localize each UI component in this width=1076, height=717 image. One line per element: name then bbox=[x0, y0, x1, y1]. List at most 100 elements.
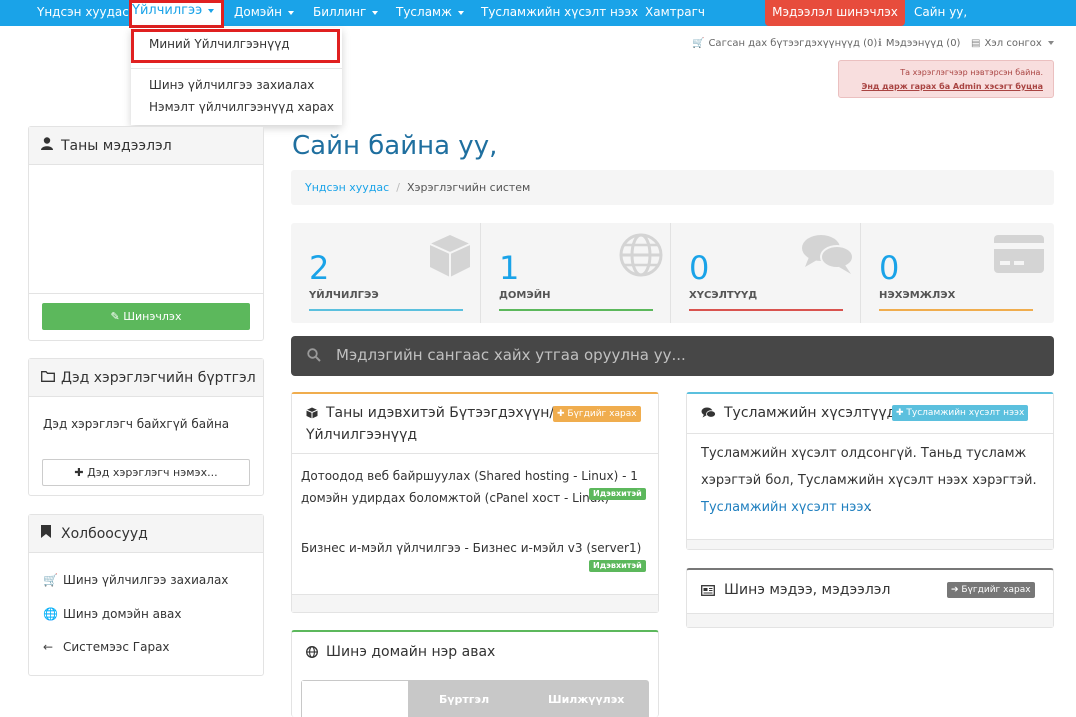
pencil-icon: ✎ bbox=[110, 310, 124, 323]
stat-label: ДОМЭЙН bbox=[499, 290, 551, 301]
services-dropdown: Миний Үйлчилгээнүүд Шинэ үйлчилгээ захиа… bbox=[131, 28, 342, 125]
panel-title: Холбоосууд bbox=[61, 526, 148, 542]
bookmark-icon bbox=[41, 515, 59, 553]
product-item[interactable]: домэйн удирдах боломжтой (cPanel хост - … bbox=[301, 491, 609, 505]
tickets-empty-text: Тусламжийн хүсэлт олдсонгүй. Таньд тусла… bbox=[701, 446, 1027, 461]
active-products-card: Таны идэвхитэй Бүтээгдэхүүн/ Үйлчилгээнү… bbox=[291, 392, 659, 613]
breadcrumb-home[interactable]: Үндсэн хуудас bbox=[305, 181, 389, 194]
user-icon bbox=[41, 127, 59, 165]
contacts-empty-text: Дэд хэрэглэгч байхгүй байна bbox=[43, 417, 230, 431]
nav-open-ticket[interactable]: Тусламжийн хүсэлт нээх bbox=[481, 0, 638, 26]
stat-underline bbox=[689, 309, 843, 311]
folder-icon bbox=[41, 359, 59, 397]
info-icon: ℹ bbox=[878, 38, 882, 49]
stat-underline bbox=[879, 309, 1033, 311]
sidebar-link-new-domain[interactable]: 🌐 Шинэ домэйн авах bbox=[43, 607, 182, 621]
globe-icon bbox=[306, 646, 318, 662]
return-to-admin-link[interactable]: Энд дарж гарах ба Admin хэсэгт буцна bbox=[839, 80, 1043, 94]
notifications-link[interactable]: ℹ Мэдээнүүд (0) bbox=[878, 38, 960, 49]
stat-number: 0 bbox=[879, 249, 900, 287]
nav-support[interactable]: Тусламж bbox=[396, 0, 464, 26]
chevron-down-icon bbox=[1047, 41, 1054, 45]
sidebar-link-order-service[interactable]: 🛒 Шинэ үйлчилгээ захиалах bbox=[43, 573, 228, 587]
new-domain-card: Шинэ домайн нэр авах Бүртгэл Шилжүүлэх bbox=[291, 630, 659, 717]
dropdown-item-addons[interactable]: Нэмэлт үйлчилгээнүүд харах bbox=[149, 100, 334, 114]
sidebar-link-logout[interactable]: ← Системээс Гарах bbox=[43, 640, 170, 654]
stat-label: НЭХЭМЖЛЭХ bbox=[879, 290, 956, 301]
globe-icon: 🌐 bbox=[43, 607, 58, 621]
stat-number: 2 bbox=[309, 249, 330, 287]
globe-icon bbox=[619, 233, 663, 277]
card-title: Таны идэвхитэй Бүтээгдэхүүн/ bbox=[326, 405, 555, 421]
cube-icon bbox=[429, 235, 471, 277]
search-input[interactable]: Мэдлэгийн сангаас хайх утгаа оруулна уу.… bbox=[336, 346, 686, 364]
tab-transfer[interactable]: Шилжүүлэх bbox=[548, 693, 624, 706]
view-all-news-button[interactable]: ➔ Бүгдийг харах bbox=[947, 582, 1035, 598]
news-card: Шинэ мэдээ, мэдээлэл ➔ Бүгдийг харах bbox=[686, 568, 1054, 628]
panel-title: Дэд хэрэглэгчийн бүртгэл bbox=[61, 370, 256, 386]
stat-tickets[interactable]: 0 ХҮСЭЛТҮҮД bbox=[671, 223, 861, 323]
update-button[interactable]: ✎ Шинэчлэх bbox=[42, 303, 250, 330]
newspaper-icon bbox=[701, 585, 715, 600]
domain-search-tab[interactable] bbox=[302, 681, 408, 717]
card-title: Үйлчилгээнүүд bbox=[306, 427, 418, 443]
stat-services[interactable]: 2 ҮЙЛЧИЛГЭЭ bbox=[291, 223, 481, 323]
update-info-button[interactable]: Мэдээлэл шинэчлэх bbox=[765, 0, 905, 26]
your-info-panel: Таны мэдээлэл ✎ Шинэчлэх bbox=[28, 126, 264, 341]
nav-domain[interactable]: Домэйн bbox=[234, 0, 294, 26]
knowledgebase-search[interactable]: Мэдлэгийн сангаас хайх утгаа оруулна уу.… bbox=[291, 336, 1054, 376]
dropdown-item-order-new[interactable]: Шинэ үйлчилгээ захиалах bbox=[149, 78, 314, 92]
breadcrumb: Үндсэн хуудас / Хэрэглэгчийн систем bbox=[291, 170, 1054, 205]
stat-label: ХҮСЭЛТҮҮД bbox=[689, 290, 758, 301]
stats-panel: 2 ҮЙЛЧИЛГЭЭ 1 ДОМЭЙН 0 ХҮСЭЛТҮҮД 0 НЭХЭМ… bbox=[291, 223, 1054, 323]
add-contact-button[interactable]: ✚ Дэд хэрэглэгч нэмэх... bbox=[42, 459, 250, 486]
plus-icon: ✚ bbox=[74, 466, 88, 479]
chevron-down-icon bbox=[372, 10, 379, 15]
stat-domains[interactable]: 1 ДОМЭЙН bbox=[481, 223, 671, 323]
plus-icon: ✚ bbox=[557, 409, 568, 419]
cart-link[interactable]: 🛒 Сагсан дах бүтээгдэхүүнүүд (0) bbox=[692, 38, 877, 49]
nav-billing[interactable]: Биллинг bbox=[313, 0, 379, 26]
nav-affiliates[interactable]: Хамтрагч bbox=[645, 0, 705, 26]
stat-label: ҮЙЛЧИЛГЭЭ bbox=[309, 290, 379, 301]
search-icon bbox=[307, 348, 321, 362]
dropdown-divider bbox=[131, 68, 342, 69]
links-panel: Холбоосууд 🛒 Шинэ үйлчилгээ захиалах 🌐 Шин… bbox=[28, 514, 264, 676]
status-badge: Идэвхитэй bbox=[589, 488, 646, 500]
open-ticket-link[interactable]: Тусламжийн хүсэлт нээх bbox=[701, 500, 871, 515]
page-title: Сайн байна уу, bbox=[292, 131, 498, 161]
card-title: Шинэ домайн нэр авах bbox=[326, 644, 496, 660]
arrow-right-icon: ➔ bbox=[951, 585, 962, 595]
breadcrumb-current: Хэрэглэгчийн систем bbox=[406, 181, 531, 194]
language-icon: ▤ bbox=[971, 38, 981, 49]
nav-greeting[interactable]: Сайн уу, bbox=[914, 0, 967, 26]
chevron-down-icon bbox=[208, 8, 215, 13]
chevron-down-icon bbox=[457, 10, 464, 15]
cart-icon: 🛒 bbox=[43, 573, 58, 587]
dropdown-item-my-services[interactable]: Миний Үйлчилгээнүүд bbox=[149, 37, 290, 51]
arrow-left-icon: ← bbox=[43, 640, 54, 654]
stat-underline bbox=[499, 309, 653, 311]
product-item[interactable]: Бизнес и-мэйл үйлчилгээ - Бизнес и-мэйл … bbox=[301, 541, 641, 555]
status-badge: Идэвхитэй bbox=[589, 560, 646, 572]
product-item[interactable]: Дотоодод веб байршуулах (Shared hosting … bbox=[301, 469, 638, 483]
view-all-products-button[interactable]: ✚ Бүгдийг харах bbox=[553, 406, 641, 422]
open-ticket-button[interactable]: ✚ Тусламжийн хүсэлт нээх bbox=[892, 405, 1029, 421]
comments-icon bbox=[701, 407, 716, 423]
nav-home[interactable]: Үндсэн хуудас bbox=[37, 0, 129, 26]
contacts-panel: Дэд хэрэглэгчийн бүртгэл Дэд хэрэглэгч б… bbox=[28, 358, 264, 496]
stat-number: 0 bbox=[689, 249, 710, 287]
nav-services[interactable]: Үйлчилгээ bbox=[129, 0, 224, 28]
tab-register[interactable]: Бүртгэл bbox=[439, 693, 489, 706]
credit-card-icon bbox=[994, 235, 1044, 273]
cart-icon: 🛒 bbox=[692, 38, 705, 49]
stat-invoices[interactable]: 0 НЭХЭМЖЛЭХ bbox=[861, 223, 1051, 323]
card-title: Шинэ мэдээ, мэдээлэл bbox=[724, 582, 891, 598]
language-selector[interactable]: ▤ Хэл сонгох bbox=[971, 38, 1054, 49]
card-title: Тусламжийн хүсэлтүүд bbox=[724, 405, 897, 421]
stat-number: 1 bbox=[499, 249, 520, 287]
comments-icon bbox=[802, 235, 854, 274]
plus-icon: ✚ bbox=[896, 408, 907, 418]
cube-icon bbox=[306, 407, 318, 423]
stat-underline bbox=[309, 309, 463, 311]
